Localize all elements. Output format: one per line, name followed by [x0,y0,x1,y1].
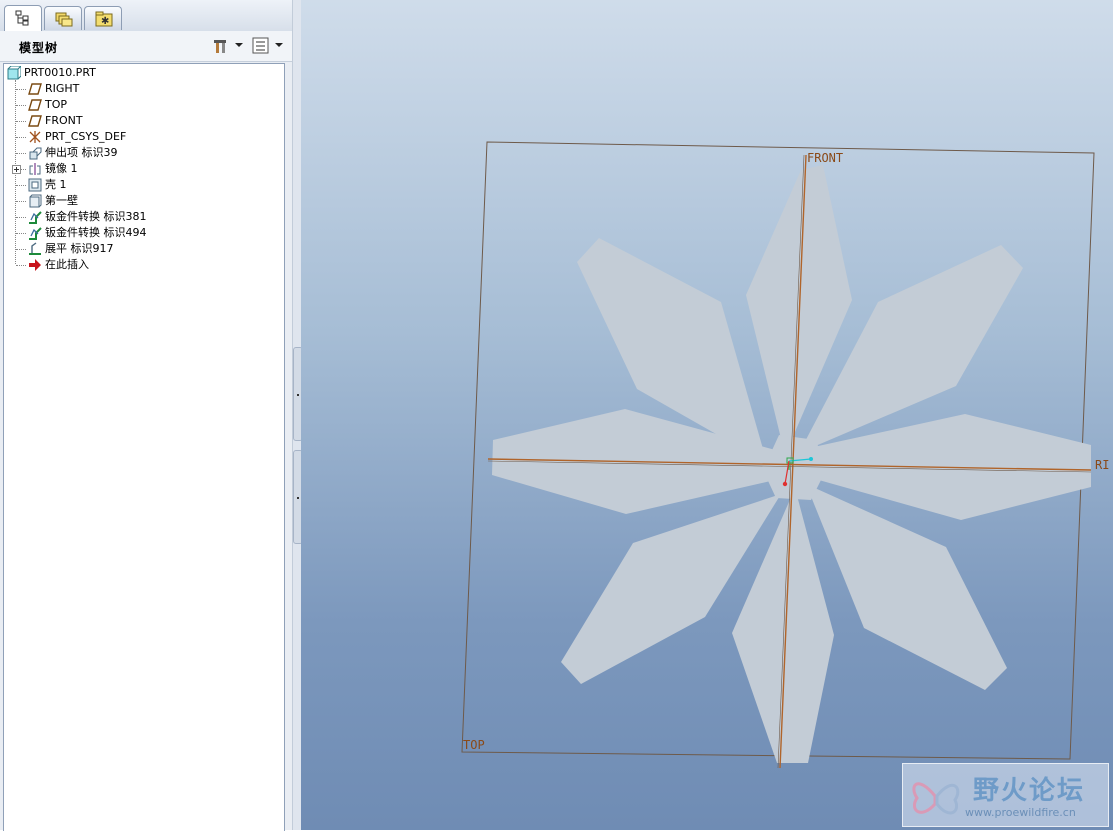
tree-connector [16,153,26,154]
tree-connector [16,233,26,234]
tree-item-part[interactable]: PRT0010.PRT [4,65,274,81]
tab-folder-browser[interactable] [44,6,82,30]
tools-icon [214,40,226,53]
tree-connector [16,185,26,186]
first-wall-icon [29,194,42,208]
shell-icon [28,178,42,192]
tree-item-label: TOP [45,98,68,111]
favorites-tab-icon: ✱ [95,11,113,27]
tree-item-label: 在此插入 [45,258,89,271]
mirror-icon [29,163,41,175]
tree-item-label: 镜像 1 [45,162,78,175]
model-tree-title: 模型树 [19,41,59,55]
tree-item-insert-here[interactable]: 在此插入 [4,257,274,273]
tree-connector [16,121,26,122]
tree-item-label: 钣金件转换 标识381 [45,210,147,223]
tree-connector [16,265,26,266]
model-tree-header: 模型树 [0,31,292,62]
tree-item-label: 第一壁 [45,194,78,207]
protrusion-icon [29,147,42,160]
unbend-icon [29,242,41,255]
insert-here-arrow-icon [29,259,41,271]
tree-item-label: 展平 标识917 [45,242,114,255]
expand-toggle[interactable] [12,165,21,174]
tree-item-unbend[interactable]: 展平 标识917 [4,241,274,257]
tree-item-csys[interactable]: PRT_CSYS_DEF [4,129,274,145]
datum-plane-icon [28,83,42,95]
model-tree: PRT0010.PRT RIGHT TOP FRONT PRT_CSYS_DEF… [3,63,285,831]
tree-item-sheetmetal-convert-381[interactable]: 钣金件转换 标识381 [4,209,274,225]
watermark-title: 野火论坛 [973,776,1086,806]
part-icon [7,66,21,80]
watermark-logo: 野火论坛 www.proewildfire.cn [902,763,1109,827]
navigator-tab-strip: ✱ [0,0,292,32]
tree-item-label: RIGHT [45,82,80,95]
front-datum-label: FRONT [807,151,843,165]
watermark-url: www.proewildfire.cn [965,806,1076,819]
sheetmetal-convert-icon [29,227,42,240]
tab-model-tree[interactable] [4,5,42,31]
tree-connector [16,137,26,138]
tree-item-label: FRONT [45,114,83,127]
tree-item-shell[interactable]: 壳 1 [4,177,274,193]
tree-show-button[interactable] [252,37,284,55]
chevron-down-icon [275,43,283,47]
tab-favorites[interactable]: ✱ [84,6,122,30]
tree-connector [21,169,26,170]
tree-settings-button[interactable] [212,37,244,55]
tree-connector [16,201,26,202]
tree-item-label: 壳 1 [45,178,67,191]
tree-item-label: PRT0010.PRT [24,66,96,79]
tree-connector [16,217,26,218]
tree-connector [16,249,26,250]
tree-item-label: 钣金件转换 标识494 [45,226,147,239]
datum-plane-icon [28,99,42,111]
csys-icon [29,131,41,143]
datum-plane-icon [28,115,42,127]
tree-item-front[interactable]: FRONT [4,113,274,129]
model-scene: FRONT RI TOP [461,141,1109,769]
chevron-down-icon [235,43,243,47]
tree-item-label: PRT_CSYS_DEF [45,130,127,143]
model-tree-tab-icon [15,10,29,26]
sheetmetal-convert-icon [29,211,42,224]
tree-connector [16,105,26,106]
svg-text:✱: ✱ [101,16,109,27]
right-datum-label: RI [1095,458,1109,472]
tree-item-first-wall[interactable]: 第一壁 [4,193,274,209]
folder-browser-tab-icon [55,12,73,27]
tree-item-right[interactable]: RIGHT [4,81,274,97]
tree-item-protrusion[interactable]: 伸出项 标识39 [4,145,274,161]
tree-filter-icon [252,37,269,54]
graphics-viewport[interactable]: FRONT RI TOP [301,0,1113,830]
tree-item-label: 伸出项 标识39 [45,146,118,159]
tree-item-sheetmetal-convert-494[interactable]: 钣金件转换 标识494 [4,225,274,241]
tree-item-mirror[interactable]: 镜像 1 [4,161,274,177]
top-datum-label: TOP [463,738,485,752]
navigator-panel: ✱ 模型树 PRT0010.PRT RIGHT TOP FRONT PRT_CS… [0,0,292,831]
tree-connector [16,89,26,90]
butterfly-logo-icon [912,782,960,815]
tree-item-top[interactable]: TOP [4,97,274,113]
